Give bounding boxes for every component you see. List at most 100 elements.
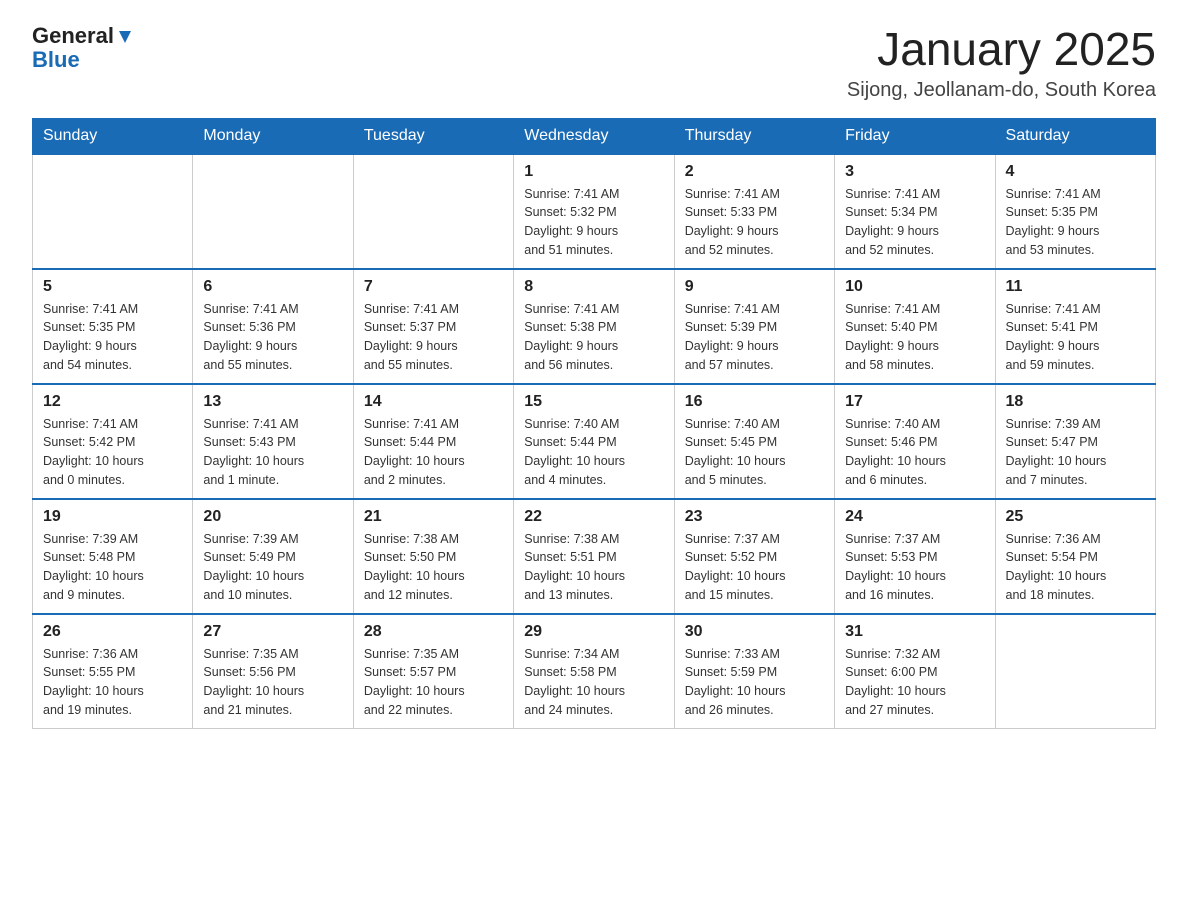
day-number: 19	[43, 508, 182, 526]
day-info: Sunrise: 7:36 AMSunset: 5:54 PMDaylight:…	[1006, 530, 1145, 605]
day-info: Sunrise: 7:41 AMSunset: 5:43 PMDaylight:…	[203, 415, 342, 490]
day-info: Sunrise: 7:39 AMSunset: 5:48 PMDaylight:…	[43, 530, 182, 605]
day-info: Sunrise: 7:41 AMSunset: 5:37 PMDaylight:…	[364, 300, 503, 375]
calendar-cell: 6 Sunrise: 7:41 AMSunset: 5:36 PMDaylight…	[193, 269, 353, 384]
calendar-cell: 20 Sunrise: 7:39 AMSunset: 5:49 PMDayligh…	[193, 499, 353, 614]
calendar-cell	[33, 154, 193, 269]
logo: General Blue	[32, 24, 134, 72]
calendar-cell: 31Sunrise: 7:32 AMSunset: 6:00 PMDayligh…	[835, 614, 995, 729]
calendar-header-row: SundayMondayTuesdayWednesdayThursdayFrid…	[33, 118, 1156, 154]
day-info: Sunrise: 7:41 AMSunset: 5:33 PMDaylight:…	[685, 185, 824, 260]
page-header: General Blue January 2025 Sijong, Jeolla…	[32, 24, 1156, 102]
calendar-week-row: 1Sunrise: 7:41 AMSunset: 5:32 PMDaylight…	[33, 154, 1156, 269]
weekday-header: Saturday	[995, 118, 1155, 154]
day-number: 18	[1006, 393, 1145, 411]
day-number: 11	[1006, 278, 1145, 296]
day-info: Sunrise: 7:40 AMSunset: 5:46 PMDaylight:…	[845, 415, 984, 490]
calendar-cell: 4 Sunrise: 7:41 AMSunset: 5:35 PMDaylight…	[995, 154, 1155, 269]
day-number: 7	[364, 278, 503, 296]
day-info: Sunrise: 7:41 AMSunset: 5:35 PMDaylight:…	[1006, 185, 1145, 260]
calendar-cell: 9 Sunrise: 7:41 AMSunset: 5:39 PMDaylight…	[674, 269, 834, 384]
calendar-week-row: 5Sunrise: 7:41 AMSunset: 5:35 PMDaylight…	[33, 269, 1156, 384]
calendar-cell: 13 Sunrise: 7:41 AMSunset: 5:43 PMDayligh…	[193, 384, 353, 499]
calendar-cell: 3Sunrise: 7:41 AMSunset: 5:34 PMDaylight…	[835, 154, 995, 269]
day-number: 28	[364, 623, 503, 641]
calendar-cell: 16 Sunrise: 7:40 AMSunset: 5:45 PMDayligh…	[674, 384, 834, 499]
day-number: 12	[43, 393, 182, 411]
day-info: Sunrise: 7:40 AMSunset: 5:44 PMDaylight:…	[524, 415, 663, 490]
calendar-cell: 7 Sunrise: 7:41 AMSunset: 5:37 PMDaylight…	[353, 269, 513, 384]
calendar-table: SundayMondayTuesdayWednesdayThursdayFrid…	[32, 118, 1156, 729]
day-info: Sunrise: 7:39 AMSunset: 5:47 PMDaylight:…	[1006, 415, 1145, 490]
day-number: 10	[845, 278, 984, 296]
day-number: 5	[43, 278, 182, 296]
calendar-week-row: 19 Sunrise: 7:39 AMSunset: 5:48 PMDayligh…	[33, 499, 1156, 614]
day-number: 17	[845, 393, 984, 411]
day-info: Sunrise: 7:40 AMSunset: 5:45 PMDaylight:…	[685, 415, 824, 490]
calendar-week-row: 26 Sunrise: 7:36 AMSunset: 5:55 PMDayligh…	[33, 614, 1156, 729]
weekday-header: Friday	[835, 118, 995, 154]
page-subtitle: Sijong, Jeollanam-do, South Korea	[847, 79, 1156, 102]
day-number: 27	[203, 623, 342, 641]
calendar-cell: 17 Sunrise: 7:40 AMSunset: 5:46 PMDayligh…	[835, 384, 995, 499]
day-info: Sunrise: 7:39 AMSunset: 5:49 PMDaylight:…	[203, 530, 342, 605]
day-number: 14	[364, 393, 503, 411]
logo-triangle-icon	[116, 28, 134, 46]
day-number: 1	[524, 163, 663, 181]
calendar-cell: 8Sunrise: 7:41 AMSunset: 5:38 PMDaylight…	[514, 269, 674, 384]
day-info: Sunrise: 7:32 AMSunset: 6:00 PMDaylight:…	[845, 645, 984, 720]
calendar-cell: 14Sunrise: 7:41 AMSunset: 5:44 PMDayligh…	[353, 384, 513, 499]
weekday-header: Tuesday	[353, 118, 513, 154]
day-number: 29	[524, 623, 663, 641]
calendar-cell: 15 Sunrise: 7:40 AMSunset: 5:44 PMDayligh…	[514, 384, 674, 499]
calendar-cell: 26 Sunrise: 7:36 AMSunset: 5:55 PMDayligh…	[33, 614, 193, 729]
day-number: 3	[845, 163, 984, 181]
day-info: Sunrise: 7:37 AMSunset: 5:53 PMDaylight:…	[845, 530, 984, 605]
weekday-header: Thursday	[674, 118, 834, 154]
day-info: Sunrise: 7:34 AMSunset: 5:58 PMDaylight:…	[524, 645, 663, 720]
title-block: January 2025 Sijong, Jeollanam-do, South…	[847, 24, 1156, 102]
calendar-cell	[193, 154, 353, 269]
day-info: Sunrise: 7:38 AMSunset: 5:50 PMDaylight:…	[364, 530, 503, 605]
day-number: 30	[685, 623, 824, 641]
day-info: Sunrise: 7:36 AMSunset: 5:55 PMDaylight:…	[43, 645, 182, 720]
calendar-cell: 27 Sunrise: 7:35 AMSunset: 5:56 PMDayligh…	[193, 614, 353, 729]
day-number: 24	[845, 508, 984, 526]
calendar-cell: 5Sunrise: 7:41 AMSunset: 5:35 PMDaylight…	[33, 269, 193, 384]
calendar-week-row: 12Sunrise: 7:41 AMSunset: 5:42 PMDayligh…	[33, 384, 1156, 499]
day-number: 2	[685, 163, 824, 181]
day-number: 22	[524, 508, 663, 526]
day-number: 6	[203, 278, 342, 296]
weekday-header: Wednesday	[514, 118, 674, 154]
day-info: Sunrise: 7:33 AMSunset: 5:59 PMDaylight:…	[685, 645, 824, 720]
day-number: 20	[203, 508, 342, 526]
calendar-cell: 19 Sunrise: 7:39 AMSunset: 5:48 PMDayligh…	[33, 499, 193, 614]
page-title: January 2025	[847, 24, 1156, 75]
day-number: 15	[524, 393, 663, 411]
day-number: 9	[685, 278, 824, 296]
day-info: Sunrise: 7:41 AMSunset: 5:36 PMDaylight:…	[203, 300, 342, 375]
calendar-cell: 24 Sunrise: 7:37 AMSunset: 5:53 PMDayligh…	[835, 499, 995, 614]
calendar-cell: 1Sunrise: 7:41 AMSunset: 5:32 PMDaylight…	[514, 154, 674, 269]
calendar-cell	[995, 614, 1155, 729]
weekday-header: Sunday	[33, 118, 193, 154]
day-info: Sunrise: 7:41 AMSunset: 5:39 PMDaylight:…	[685, 300, 824, 375]
calendar-cell: 21Sunrise: 7:38 AMSunset: 5:50 PMDayligh…	[353, 499, 513, 614]
day-number: 4	[1006, 163, 1145, 181]
calendar-cell: 28Sunrise: 7:35 AMSunset: 5:57 PMDayligh…	[353, 614, 513, 729]
day-info: Sunrise: 7:35 AMSunset: 5:56 PMDaylight:…	[203, 645, 342, 720]
day-number: 26	[43, 623, 182, 641]
weekday-header: Monday	[193, 118, 353, 154]
day-info: Sunrise: 7:38 AMSunset: 5:51 PMDaylight:…	[524, 530, 663, 605]
logo-blue: Blue	[32, 47, 80, 72]
day-number: 16	[685, 393, 824, 411]
calendar-cell: 10 Sunrise: 7:41 AMSunset: 5:40 PMDayligh…	[835, 269, 995, 384]
day-number: 23	[685, 508, 824, 526]
calendar-cell: 30 Sunrise: 7:33 AMSunset: 5:59 PMDayligh…	[674, 614, 834, 729]
day-number: 13	[203, 393, 342, 411]
day-info: Sunrise: 7:41 AMSunset: 5:41 PMDaylight:…	[1006, 300, 1145, 375]
calendar-cell: 22 Sunrise: 7:38 AMSunset: 5:51 PMDayligh…	[514, 499, 674, 614]
day-info: Sunrise: 7:37 AMSunset: 5:52 PMDaylight:…	[685, 530, 824, 605]
day-info: Sunrise: 7:41 AMSunset: 5:40 PMDaylight:…	[845, 300, 984, 375]
logo-general: General	[32, 24, 114, 48]
